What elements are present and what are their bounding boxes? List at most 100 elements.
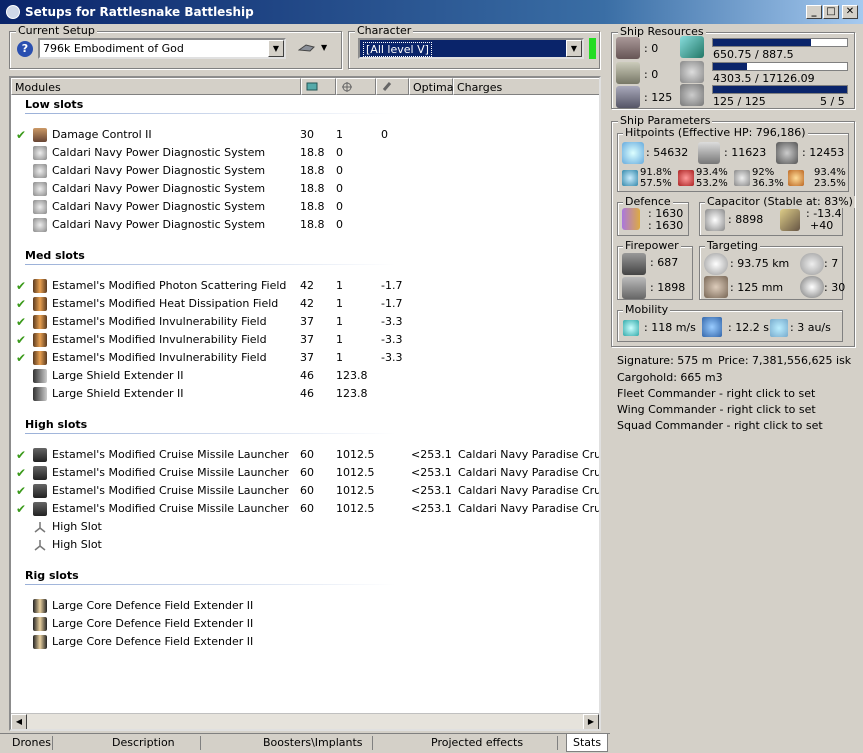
active-check-icon[interactable]: ✔ <box>16 315 26 329</box>
table-row[interactable]: ✔ Estamel's Modified Invulnerability Fiel… <box>11 331 599 349</box>
capacitor-icon <box>382 82 392 91</box>
table-row[interactable]: ✔ Estamel's Modified Photon Scattering Fi… <box>11 277 599 295</box>
module-cpu: 18.8 <box>300 200 325 213</box>
column-header-cpu[interactable] <box>301 78 336 95</box>
table-row[interactable]: Large Shield Extender II 46 123.8 <box>11 385 599 403</box>
minimize-button[interactable]: _ <box>806 5 822 19</box>
firepower-label: Firepower <box>623 239 681 252</box>
tab-drones[interactable]: Drones <box>12 736 51 749</box>
table-row[interactable]: ✔ Estamel's Modified Invulnerability Fiel… <box>11 349 599 367</box>
module-optimal: <253.1 <box>411 484 452 497</box>
section-header-low: Low slots <box>25 98 84 111</box>
tab-projected-effects[interactable]: Projected effects <box>431 736 523 749</box>
module-cpu: 30 <box>300 128 314 141</box>
active-check-icon[interactable]: ✔ <box>16 502 26 516</box>
cpu-value: 650.75 / 887.5 <box>713 48 794 61</box>
sensor-strength-icon <box>800 276 824 298</box>
table-row[interactable]: Caldari Navy Power Diagnostic System 18.8… <box>11 180 599 198</box>
active-check-icon[interactable]: ✔ <box>16 297 26 311</box>
table-row[interactable]: Caldari Navy Power Diagnostic System 18.8… <box>11 216 599 234</box>
missile-launcher-icon <box>33 484 47 498</box>
module-cpu: 60 <box>300 448 314 461</box>
table-row[interactable]: Large Shield Extender II 46 123.8 <box>11 367 599 385</box>
tab-boosters-implants[interactable]: Boosters\Implants <box>263 736 363 749</box>
table-row[interactable]: ✔ Estamel's Modified Cruise Missile Launc… <box>11 464 599 482</box>
module-cpu: 46 <box>300 369 314 382</box>
module-optimal: <253.1 <box>411 448 452 461</box>
shield-hp-value: : 54632 <box>646 146 689 159</box>
table-row[interactable]: ✔ Estamel's Modified Cruise Missile Launc… <box>11 482 599 500</box>
missile-launcher-icon <box>33 448 47 462</box>
table-row[interactable]: ✔ Estamel's Modified Heat Dissipation Fie… <box>11 295 599 313</box>
setup-select[interactable]: 796k Embodiment of God ▼ <box>38 38 286 59</box>
module-capacitor: 0 <box>381 128 388 141</box>
horizontal-scrollbar[interactable]: ◀ ▶ <box>11 713 599 729</box>
module-optimal: <253.1 <box>411 502 452 515</box>
armor-hp-value: : 11623 <box>724 146 767 159</box>
power-diagnostic-icon <box>33 200 47 214</box>
ship-options-dropdown-icon[interactable]: ▼ <box>321 43 327 52</box>
character-select[interactable]: [All level V] ▼ <box>358 38 584 59</box>
thermal-resist-icon <box>678 170 694 186</box>
window-title: Setups for Rattlesnake Battleship <box>25 5 254 19</box>
turret-hardpoint-icon <box>616 37 640 59</box>
column-header-modules[interactable]: Modules <box>11 78 301 95</box>
modules-list[interactable]: Modules Optimal Charges Low slots ✔ Damage… <box>9 76 601 731</box>
active-check-icon[interactable]: ✔ <box>16 484 26 498</box>
active-check-icon[interactable]: ✔ <box>16 128 26 142</box>
squad-commander[interactable]: Squad Commander - right click to set <box>617 419 823 432</box>
active-check-icon[interactable]: ✔ <box>16 279 26 293</box>
active-check-icon[interactable]: ✔ <box>16 351 26 365</box>
module-name: High Slot <box>52 538 102 551</box>
module-capacitor: -3.3 <box>381 351 403 364</box>
hull-icon <box>776 142 798 164</box>
module-name: Estamel's Modified Heat Dissipation Fiel… <box>52 297 279 310</box>
tab-stats[interactable]: Stats <box>566 734 609 752</box>
column-header-charges[interactable]: Charges <box>453 78 599 95</box>
table-row[interactable]: Large Core Defence Field Extender II <box>11 633 599 651</box>
table-row[interactable]: ✔ Estamel's Modified Invulnerability Fiel… <box>11 313 599 331</box>
active-check-icon[interactable]: ✔ <box>16 466 26 480</box>
table-row[interactable]: High Slot <box>11 536 599 554</box>
wing-commander[interactable]: Wing Commander - right click to set <box>617 403 816 416</box>
chevron-down-icon[interactable]: ▼ <box>268 40 284 57</box>
table-row[interactable]: ✔ Estamel's Modified Cruise Missile Launc… <box>11 500 599 518</box>
em-shield-resist: 91.8% <box>640 167 672 178</box>
table-row[interactable]: ✔ Estamel's Modified Cruise Missile Launc… <box>11 446 599 464</box>
warp-speed-value: : 3 au/s <box>790 321 831 334</box>
scroll-left-button[interactable]: ◀ <box>11 714 27 729</box>
table-row[interactable]: Caldari Navy Power Diagnostic System 18.8… <box>11 144 599 162</box>
module-capacitor: -1.7 <box>381 297 403 310</box>
column-header-optimal[interactable]: Optimal <box>409 78 457 95</box>
module-charges: Caldari Navy Paradise Cruise M <box>458 502 601 515</box>
column-header-capacitor[interactable] <box>376 78 409 95</box>
character-label: Character <box>355 24 414 37</box>
module-powergrid: 1012.5 <box>336 502 375 515</box>
help-icon[interactable]: ? <box>17 41 33 57</box>
scroll-right-button[interactable]: ▶ <box>583 714 599 729</box>
maximize-button[interactable]: □ <box>823 5 839 19</box>
mobility-group: Mobility : 118 m/s : 12.2 s : 3 au/s <box>617 304 843 342</box>
tab-description[interactable]: Description <box>112 736 175 749</box>
capacitor-recharge-icon <box>780 209 800 231</box>
hull-hp-value: : 12453 <box>802 146 845 159</box>
armor-icon <box>698 142 720 164</box>
table-row[interactable]: Large Core Defence Field Extender II <box>11 615 599 633</box>
chevron-down-icon[interactable]: ▼ <box>566 40 582 57</box>
fleet-commander[interactable]: Fleet Commander - right click to set <box>617 387 815 400</box>
module-name: Caldari Navy Power Diagnostic System <box>52 164 266 177</box>
close-button[interactable]: ✕ <box>842 5 858 19</box>
table-row[interactable]: Caldari Navy Power Diagnostic System 18.8… <box>11 198 599 216</box>
volley-icon <box>622 277 646 299</box>
table-row[interactable]: High Slot <box>11 518 599 536</box>
scan-resolution-icon <box>704 276 728 298</box>
table-row[interactable]: Large Core Defence Field Extender II <box>11 597 599 615</box>
table-row[interactable]: Caldari Navy Power Diagnostic System 18.8… <box>11 162 599 180</box>
active-check-icon[interactable]: ✔ <box>16 448 26 462</box>
column-header-power[interactable] <box>336 78 376 95</box>
active-check-icon[interactable]: ✔ <box>16 333 26 347</box>
thermal-shield-resist: 93.4% <box>696 167 728 178</box>
table-row[interactable]: ✔ Damage Control II 30 1 0 <box>11 126 599 144</box>
ship-options-icon[interactable] <box>297 41 316 55</box>
hitpoints-label: Hitpoints (Effective HP: 796,186) <box>623 126 808 139</box>
